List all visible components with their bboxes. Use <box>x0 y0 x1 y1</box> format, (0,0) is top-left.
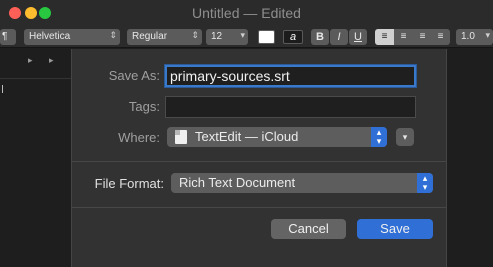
font-size-label: 12 <box>211 31 223 42</box>
document-name: Untitled <box>192 5 240 21</box>
chevron-updown-icon: ⇕ <box>191 30 199 40</box>
document-margin <box>447 49 493 267</box>
where-label: Where: <box>118 130 160 145</box>
chevron-down-icon: ▾ <box>485 30 490 40</box>
cancel-button[interactable]: Cancel <box>271 219 346 239</box>
tab-stop-icon[interactable]: ▸ <box>49 55 54 66</box>
file-format-label: File Format: <box>94 176 164 191</box>
font-size-combo[interactable]: 12 ▾ <box>206 29 248 45</box>
file-format-value: Rich Text Document <box>179 175 296 190</box>
align-justify-icon[interactable]: ≡ <box>431 29 450 45</box>
chevron-down-icon: ▾ <box>240 30 245 40</box>
folder-icon <box>175 130 187 144</box>
align-right-icon[interactable]: ≡ <box>413 29 432 45</box>
chevron-down-icon: ▾ <box>402 132 408 142</box>
paragraph-style-label: ¶ <box>2 31 8 42</box>
font-style-popup[interactable]: Regular ⇕ <box>127 29 202 45</box>
align-left-icon[interactable]: ≡ <box>375 29 394 45</box>
alignment-segmented-control: ≡ ≡ ≡ ≡ <box>375 29 450 45</box>
text-insertion-point <box>2 85 3 93</box>
section-divider <box>72 161 446 162</box>
save-as-label: Save As: <box>108 68 160 83</box>
paragraph-style-popup[interactable]: ¶ <box>0 29 16 45</box>
highlight-color-well[interactable] <box>258 30 275 44</box>
where-popup[interactable]: TextEdit — iCloud ▴ ▾ <box>167 127 387 147</box>
section-divider <box>72 207 446 208</box>
document-status: — Edited <box>243 5 301 21</box>
line-spacing-popup[interactable]: 1.0 ▾ <box>456 29 493 45</box>
expand-dialog-button[interactable]: ▾ <box>396 128 414 146</box>
text-color-icon: a <box>289 31 297 43</box>
text-color-well[interactable]: a <box>283 30 303 44</box>
chevron-updown-icon: ⇕ <box>109 30 117 40</box>
tags-field[interactable] <box>165 96 416 118</box>
line-spacing-label: 1.0 <box>461 31 475 42</box>
chevron-updown-icon: ▴ ▾ <box>417 173 433 193</box>
italic-button[interactable]: I <box>330 29 348 45</box>
where-value: TextEdit — iCloud <box>195 129 299 144</box>
save-as-field[interactable]: primary-sources.srt <box>165 65 416 87</box>
font-family-popup[interactable]: Helvetica ⇕ <box>24 29 120 45</box>
bold-button[interactable]: B <box>311 29 329 45</box>
window-title: Untitled — Edited <box>0 5 493 21</box>
font-family-label: Helvetica <box>29 31 71 42</box>
chevron-updown-icon: ▴ ▾ <box>371 127 387 147</box>
tags-label: Tags: <box>128 99 160 114</box>
underline-button[interactable]: U <box>349 29 367 45</box>
title-bar: Untitled — Edited <box>0 0 493 26</box>
save-button[interactable]: Save <box>357 219 433 239</box>
format-toolbar: ¶ Helvetica ⇕ Regular ⇕ 12 ▾ a B I U ≡ ≡… <box>0 26 493 48</box>
file-format-popup[interactable]: Rich Text Document ▴ ▾ <box>171 173 433 193</box>
font-style-label: Regular <box>132 31 168 42</box>
align-center-icon[interactable]: ≡ <box>394 29 413 45</box>
tab-stop-icon[interactable]: ▸ <box>28 55 33 66</box>
